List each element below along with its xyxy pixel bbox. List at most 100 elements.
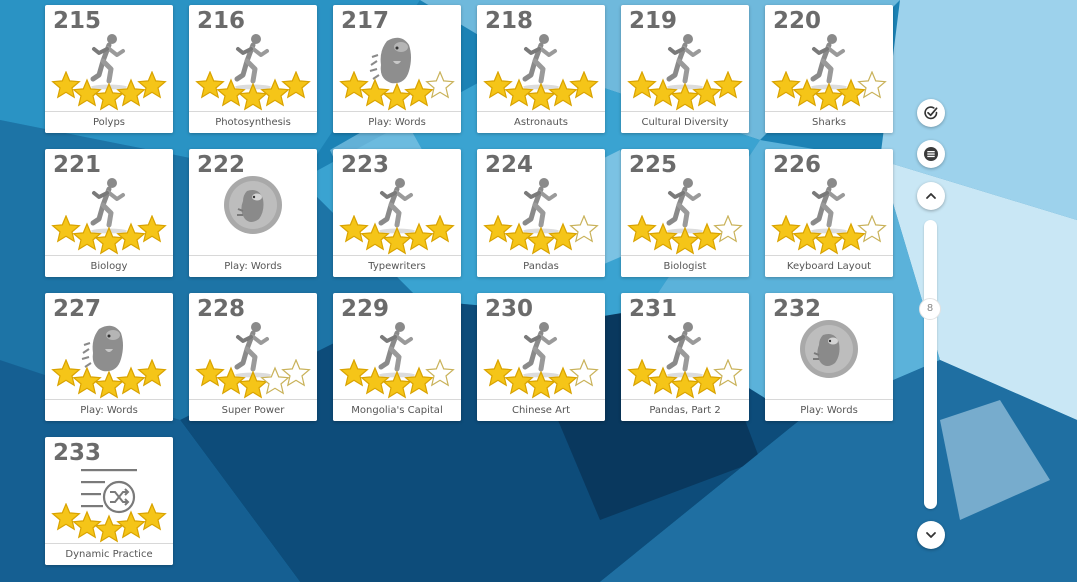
lesson-title: Play: Words [189, 255, 317, 277]
star-filled-icon [51, 215, 81, 243]
chevron-up-icon [926, 193, 936, 199]
lesson-title: Sharks [765, 111, 893, 133]
star-filled-icon [569, 71, 599, 99]
lesson-title: Super Power [189, 399, 317, 421]
star-rating [51, 503, 167, 543]
star-filled-icon [137, 503, 167, 531]
star-filled-icon [382, 226, 412, 255]
scroll-down-button[interactable] [917, 521, 945, 549]
star-empty-icon [425, 71, 455, 99]
star-rating [339, 71, 455, 111]
lesson-card[interactable]: 230 Chinese Art [477, 293, 605, 421]
star-filled-icon [51, 71, 81, 99]
lesson-card[interactable]: 226 Keyboard Layout [765, 149, 893, 277]
star-filled-icon [238, 82, 268, 111]
star-rating [483, 359, 599, 399]
star-rating [483, 215, 599, 255]
lesson-title: Play: Words [45, 399, 173, 421]
star-filled-icon [814, 82, 844, 111]
lesson-card[interactable]: 219 Cultural Diversity [621, 5, 749, 133]
page-scrollbar-track[interactable] [924, 220, 937, 509]
list-menu-icon [924, 147, 938, 161]
lesson-card[interactable]: 225 Biologist [621, 149, 749, 277]
lesson-card[interactable]: 232 Play: Words [765, 293, 893, 421]
star-filled-icon [483, 71, 513, 99]
lesson-title: Chinese Art [477, 399, 605, 421]
star-rating [771, 215, 887, 255]
lesson-card[interactable]: 215 Polyps [45, 5, 173, 133]
star-filled-icon [195, 359, 225, 387]
star-filled-icon [483, 215, 513, 243]
lesson-title: Pandas [477, 255, 605, 277]
lesson-title: Keyboard Layout [765, 255, 893, 277]
star-filled-icon [670, 226, 700, 255]
star-filled-icon [339, 359, 369, 387]
locked-mascot-icon [799, 319, 859, 379]
star-empty-icon [857, 215, 887, 243]
star-filled-icon [627, 215, 657, 243]
star-rating [627, 215, 743, 255]
star-filled-icon [94, 226, 124, 255]
lesson-card[interactable]: 218 Astronauts [477, 5, 605, 133]
progress-check-button[interactable] [917, 99, 945, 127]
locked-mascot-icon [223, 175, 283, 235]
star-filled-icon [339, 71, 369, 99]
star-rating [195, 359, 311, 399]
lesson-title: Astronauts [477, 111, 605, 133]
star-filled-icon [137, 71, 167, 99]
star-empty-icon [857, 71, 887, 99]
star-rating [627, 71, 743, 111]
lesson-card[interactable]: 229 Mongolia's Capital [333, 293, 461, 421]
lesson-title: Mongolia's Capital [333, 399, 461, 421]
star-rating [483, 71, 599, 111]
lesson-title: Cultural Diversity [621, 111, 749, 133]
lesson-title: Play: Words [765, 399, 893, 421]
star-empty-icon [425, 359, 455, 387]
star-filled-icon [771, 215, 801, 243]
star-filled-icon [51, 503, 81, 531]
lesson-grid: 215 Polyps 216 Photosynthesis 217 Play: Words… [45, 5, 893, 565]
lesson-card[interactable]: 231 Pandas, Part 2 [621, 293, 749, 421]
star-filled-icon [670, 370, 700, 399]
star-filled-icon [713, 71, 743, 99]
star-rating [339, 359, 455, 399]
lesson-title: Biology [45, 255, 173, 277]
lesson-card[interactable]: 228 Super Power [189, 293, 317, 421]
star-empty-icon [569, 215, 599, 243]
lesson-card[interactable]: 221 Biology [45, 149, 173, 277]
star-filled-icon [94, 514, 124, 543]
star-filled-icon [281, 71, 311, 99]
menu-button[interactable] [917, 140, 945, 168]
lesson-card[interactable]: 216 Photosynthesis [189, 5, 317, 133]
lesson-card[interactable]: 233 Dynamic Practice [45, 437, 173, 565]
scroll-up-button[interactable] [917, 182, 945, 210]
lesson-title: Play: Words [333, 111, 461, 133]
star-empty-icon [281, 359, 311, 387]
page-scrollbar-thumb[interactable]: 8 [919, 298, 941, 320]
star-rating [339, 215, 455, 255]
lesson-card[interactable]: 220 Sharks [765, 5, 893, 133]
star-filled-icon [94, 370, 124, 399]
lesson-card[interactable]: 227 Play: Words [45, 293, 173, 421]
star-filled-icon [627, 359, 657, 387]
star-filled-icon [382, 370, 412, 399]
lesson-card[interactable]: 217 Play: Words [333, 5, 461, 133]
lesson-card[interactable]: 222 Play: Words [189, 149, 317, 277]
lesson-card[interactable]: 223 Typewriters [333, 149, 461, 277]
star-rating [627, 359, 743, 399]
star-filled-icon [814, 226, 844, 255]
star-filled-icon [195, 71, 225, 99]
star-filled-icon [238, 370, 268, 399]
star-filled-icon [339, 215, 369, 243]
star-filled-icon [771, 71, 801, 99]
star-filled-icon [137, 215, 167, 243]
star-rating [771, 71, 887, 111]
chevron-down-icon [926, 532, 936, 538]
star-rating [51, 215, 167, 255]
star-filled-icon [483, 359, 513, 387]
star-filled-icon [526, 226, 556, 255]
star-filled-icon [94, 82, 124, 111]
lesson-title: Typewriters [333, 255, 461, 277]
lesson-card[interactable]: 224 Pandas [477, 149, 605, 277]
lesson-title: Photosynthesis [189, 111, 317, 133]
